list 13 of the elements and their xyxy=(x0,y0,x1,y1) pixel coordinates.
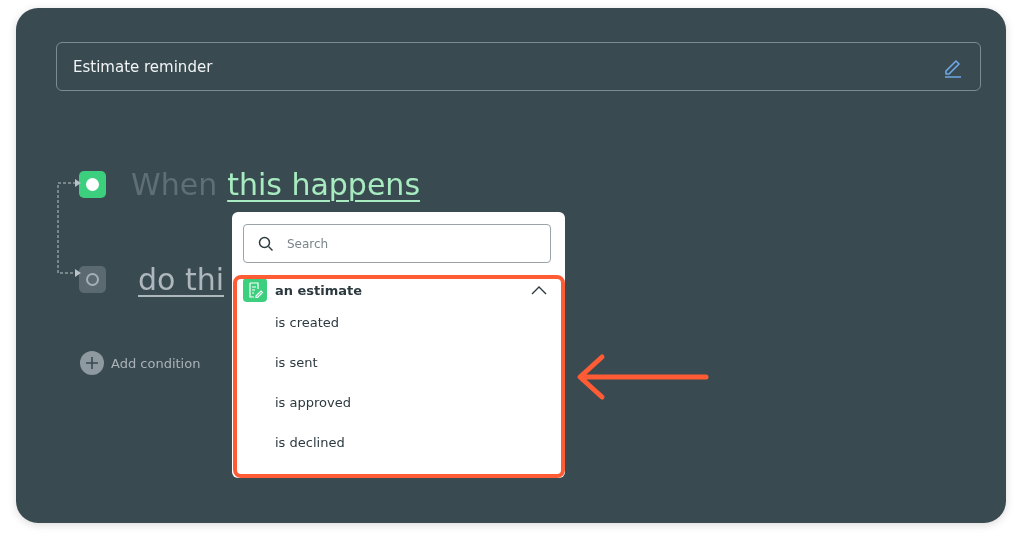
group-header[interactable]: an estimate xyxy=(243,277,551,303)
menu-option[interactable]: is sent xyxy=(275,343,318,383)
menu-option[interactable]: is created xyxy=(275,303,340,343)
plus-icon[interactable] xyxy=(80,351,104,375)
step-link[interactable]: this happens xyxy=(227,166,421,202)
menu-option[interactable]: is approved xyxy=(275,383,351,423)
add-condition-link[interactable]: Add condition xyxy=(111,355,201,371)
menu-option[interactable]: is declined xyxy=(275,423,345,463)
step-link[interactable]: do thi xyxy=(138,261,225,297)
title-field[interactable]: Estimate reminder xyxy=(56,42,981,91)
search-field[interactable]: Search xyxy=(243,224,551,263)
document-edit-icon xyxy=(243,278,267,302)
chevron-up-icon[interactable] xyxy=(531,285,547,295)
